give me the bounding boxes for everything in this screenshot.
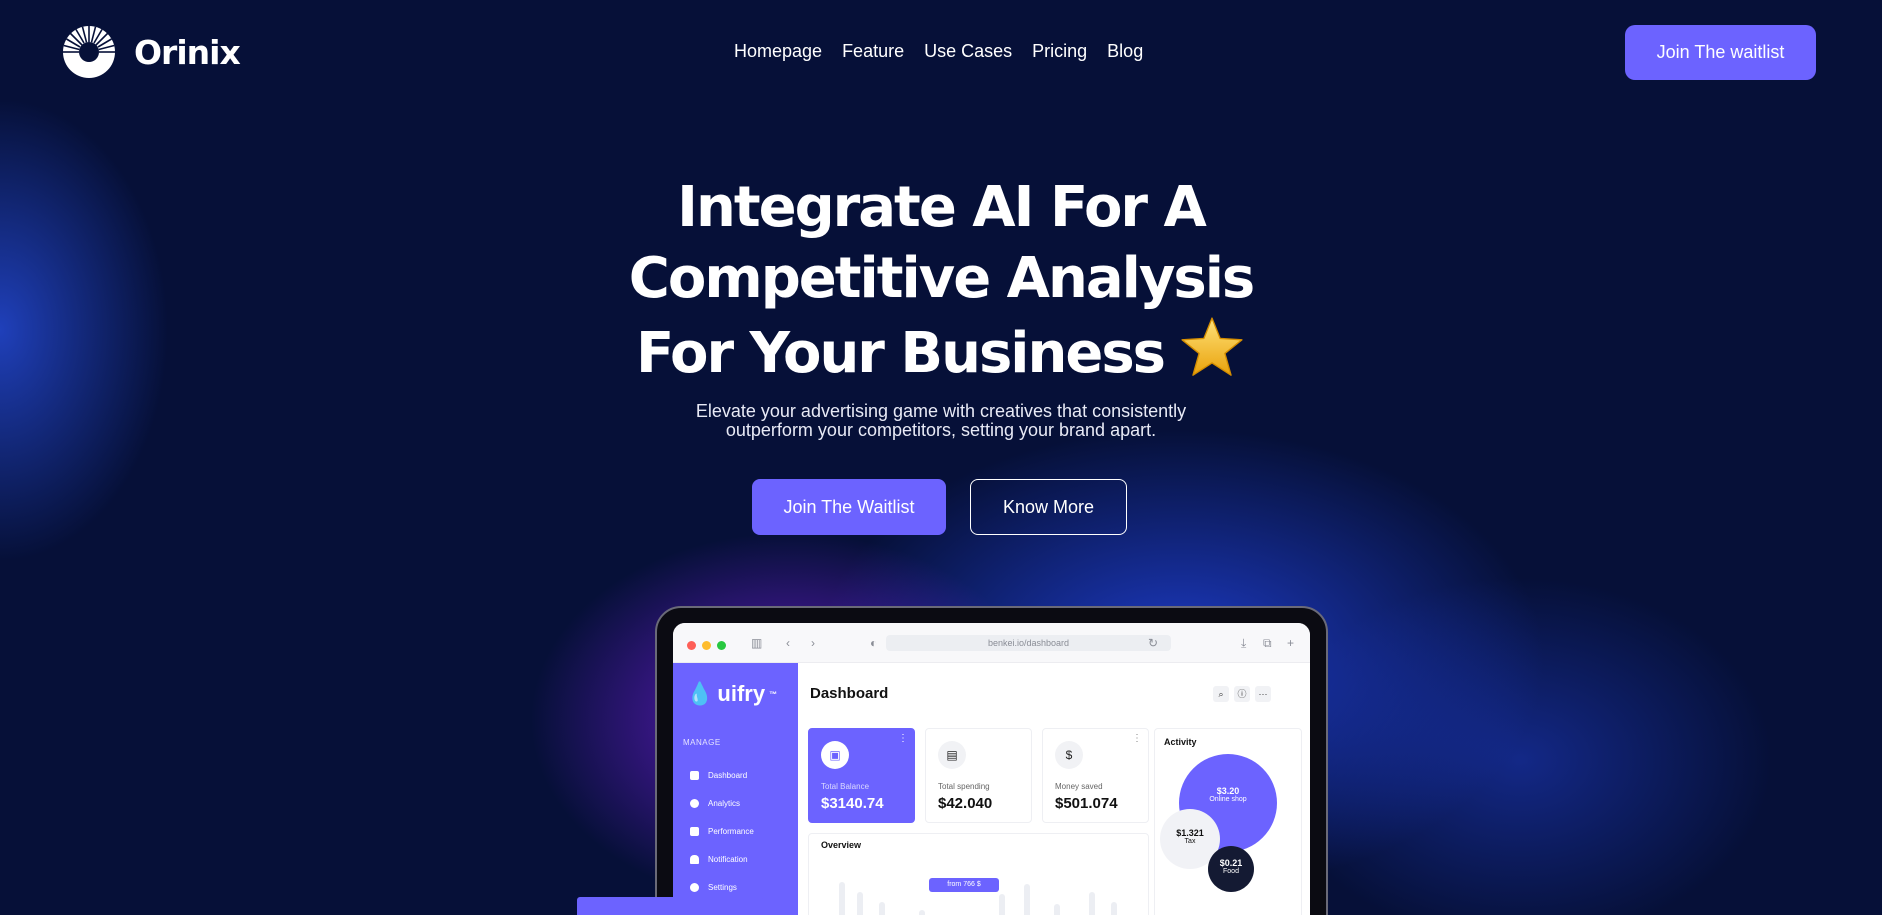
bell-icon (690, 855, 699, 864)
card-value: $42.040 (938, 795, 993, 812)
overview-bar (879, 902, 885, 915)
card-value: $501.074 (1055, 795, 1118, 812)
join-waitlist-hero-button[interactable]: Join The Waitlist (752, 479, 946, 535)
overview-bar (839, 882, 845, 915)
card-menu-icon[interactable]: ⋮ (1132, 733, 1142, 744)
forward-icon[interactable]: › (811, 635, 815, 651)
search-icon[interactable]: ⌕ (1213, 686, 1229, 702)
sidebar-item-dashboard[interactable]: Dashboard (690, 771, 747, 780)
sidebar-section-label: MANAGE (683, 738, 721, 747)
nav-link-use-cases[interactable]: Use Cases (924, 41, 1012, 62)
sidebar-toggle-icon[interactable]: ▥ (751, 635, 762, 651)
laptop-mockup: ▥ ‹ › ◐ benkei.io/dashboard ↻ ⤓ ⧉ + 💧 ui… (655, 606, 1328, 915)
reload-icon[interactable]: ↻ (1148, 635, 1158, 651)
sidebar-item-analytics[interactable]: Analytics (690, 799, 740, 808)
brand-name: Orinix (134, 32, 241, 72)
info-icon[interactable]: ⓘ (1234, 686, 1250, 702)
overview-bar (857, 892, 863, 915)
join-waitlist-nav-button[interactable]: Join The waitlist (1625, 25, 1816, 80)
main-nav: Homepage Feature Use Cases Pricing Blog (734, 41, 1143, 62)
app-logo[interactable]: 💧 uifry ™ (686, 681, 777, 707)
nav-link-blog[interactable]: Blog (1107, 41, 1143, 62)
close-dot-icon[interactable] (687, 641, 696, 650)
activity-panel: Activity $3.20 Online shop $1.321 Tax $0… (1154, 728, 1302, 915)
pie-chart-icon (690, 799, 699, 808)
card-value: $3140.74 (821, 795, 884, 812)
overview-tooltip: from 766 $ (929, 878, 999, 892)
checkbox-icon (690, 827, 699, 836)
overview-bar (1054, 904, 1060, 915)
nav-link-homepage[interactable]: Homepage (734, 41, 822, 62)
bubble-label: Online shop (1209, 796, 1247, 803)
hero-title-line-3-wrap: For Your Business (0, 314, 1882, 389)
know-more-button[interactable]: Know More (970, 479, 1127, 535)
sidebar-item-label: Analytics (708, 799, 741, 808)
download-icon[interactable]: ⤓ (1241, 635, 1246, 651)
hero-title-line-2: Competitive Analysis (628, 246, 1255, 311)
wallet-icon: ▣ (821, 741, 849, 769)
card-label: Money saved (1055, 782, 1103, 791)
overview-bar (919, 910, 925, 915)
grid-icon (690, 771, 699, 780)
activity-title: Activity (1164, 737, 1197, 747)
activity-bubble-food[interactable]: $0.21 Food (1208, 846, 1254, 892)
hero-subtitle: Elevate your advertising game with creat… (0, 402, 1882, 440)
dashboard-screen: ▥ ‹ › ◐ benkei.io/dashboard ↻ ⤓ ⧉ + 💧 ui… (673, 623, 1310, 915)
bubble-value: $1.321 (1176, 828, 1204, 838)
bubble-value: $3.20 (1216, 786, 1240, 796)
nav-link-feature[interactable]: Feature (842, 41, 904, 62)
card-label: Total spending (938, 782, 990, 791)
overview-bar (1089, 892, 1095, 915)
shield-icon: ◐ (870, 636, 878, 650)
copy-icon[interactable]: ⧉ (1263, 635, 1272, 651)
more-icon[interactable]: ··· (1255, 686, 1271, 702)
star-icon (1181, 317, 1243, 376)
overview-bar (999, 894, 1005, 915)
sunburst-logo-icon (63, 26, 115, 78)
new-tab-icon[interactable]: + (1287, 635, 1294, 651)
hero-subtitle-line-1: Elevate your advertising game with creat… (695, 401, 1187, 421)
brand-logo[interactable]: Orinix (62, 25, 241, 79)
app-name: uifry (717, 681, 766, 706)
overview-chart-panel: Overview from 766 $ (808, 833, 1149, 915)
hero-title-line-3: For Your Business (635, 321, 1166, 386)
minimize-dot-icon[interactable] (702, 641, 711, 650)
money-saved-card[interactable]: $ ⋮ Money saved $501.074 (1042, 728, 1149, 823)
browser-toolbar: ▥ ‹ › ◐ benkei.io/dashboard ↻ ⤓ ⧉ + (673, 623, 1310, 663)
app-trademark: ™ (769, 689, 778, 699)
overview-bar (1024, 884, 1030, 915)
hero-title-line-1: Integrate AI For A (677, 175, 1207, 240)
app-sidebar: 💧 uifry ™ MANAGE Dashboard Analytics Perf… (673, 663, 798, 915)
back-icon[interactable]: ‹ (786, 635, 790, 651)
overview-bar (1111, 902, 1117, 915)
total-balance-card[interactable]: ▣ ⋮ Total Balance $3140.74 (808, 728, 915, 823)
sidebar-item-settings[interactable]: Settings (690, 883, 737, 892)
floating-card (577, 897, 763, 915)
card-label: Total Balance (821, 782, 870, 791)
drop-logo-icon: 💧 (686, 681, 714, 706)
hero-title: Integrate AI For A Competitive Analysis … (0, 172, 1882, 389)
sidebar-item-label: Notification (708, 855, 748, 864)
hero-subtitle-line-2: outperform your competitors, setting you… (725, 420, 1157, 440)
nav-link-pricing[interactable]: Pricing (1032, 41, 1087, 62)
sidebar-item-notification[interactable]: Notification (690, 855, 748, 864)
total-spending-card[interactable]: ▤ Total spending $42.040 (925, 728, 1032, 823)
sidebar-item-performance[interactable]: Performance (690, 827, 754, 836)
sidebar-item-label: Dashboard (708, 771, 748, 780)
address-bar[interactable]: benkei.io/dashboard (886, 635, 1171, 651)
card-menu-icon[interactable]: ⋮ (898, 733, 908, 744)
gear-icon (690, 883, 699, 892)
sidebar-item-label: Performance (708, 827, 754, 836)
sidebar-item-label: Settings (708, 883, 737, 892)
dollar-icon: $ (1055, 741, 1083, 769)
bubble-value: $0.21 (1219, 858, 1243, 868)
bag-icon: ▤ (938, 741, 966, 769)
page-title: Dashboard (810, 685, 889, 702)
overview-title: Overview (821, 840, 862, 850)
maximize-dot-icon[interactable] (717, 641, 726, 650)
bubble-label: Tax (1184, 838, 1196, 845)
bubble-label: Food (1223, 868, 1239, 875)
